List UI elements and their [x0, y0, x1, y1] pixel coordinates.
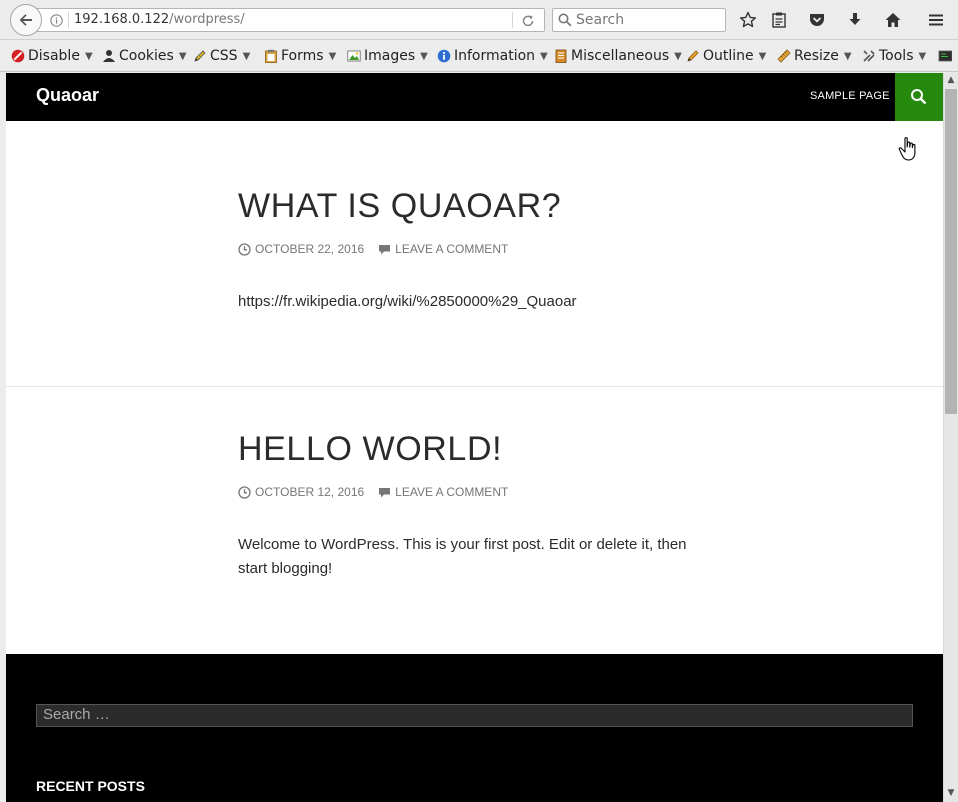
back-arrow-icon: [19, 14, 32, 26]
scroll-up-arrow-icon[interactable]: ▲: [944, 75, 958, 87]
chevron-down-icon: ▼: [843, 50, 852, 62]
post-article: WHAT IS QUAOAR? OCTOBER 22, 2016 LEAVE A…: [6, 121, 943, 386]
chevron-down-icon: ▼: [242, 50, 251, 62]
chevron-down-icon: ▼: [918, 50, 927, 62]
url-host: 192.168.0.122: [74, 12, 170, 27]
miscellaneous-icon: [555, 49, 567, 63]
devbar-resize[interactable]: Resize ▼: [777, 47, 852, 65]
tools-icon: [863, 50, 875, 62]
chevron-down-icon: ▼: [84, 50, 93, 62]
page-scrollbar[interactable]: ▲ ▼: [943, 73, 958, 802]
post-date[interactable]: OCTOBER 22, 2016: [255, 242, 364, 256]
css-pencil-icon: [194, 50, 206, 62]
browser-search-placeholder: Search: [576, 12, 625, 28]
devbar-forms[interactable]: Forms ▼: [264, 47, 336, 65]
comment-icon: [379, 487, 391, 497]
pocket-icon[interactable]: [805, 8, 829, 32]
reading-list-icon[interactable]: [767, 8, 791, 32]
back-button[interactable]: [10, 4, 42, 36]
devbar-css-label: CSS: [210, 48, 238, 64]
devbar-resize-label: Resize: [794, 48, 839, 64]
hand-pointer-cursor-icon: [898, 137, 916, 161]
scroll-down-arrow-icon[interactable]: ▼: [944, 788, 958, 800]
resize-ruler-icon: [777, 49, 791, 63]
search-icon: [911, 89, 927, 105]
devbar-css[interactable]: CSS ▼: [193, 47, 250, 65]
chevron-down-icon: ▼: [328, 50, 337, 62]
post-date[interactable]: OCTOBER 12, 2016: [255, 485, 364, 499]
web-developer-toolbar: Disable ▼ Cookies ▼ CSS ▼ Forms ▼ Images ▼ In…: [0, 40, 958, 72]
bookmark-star-icon[interactable]: [736, 8, 760, 32]
devbar-outline-label: Outline: [703, 48, 754, 64]
devbar-disable-label: Disable: [28, 48, 80, 64]
site-title[interactable]: Quaoar: [36, 85, 99, 106]
clock-icon: [238, 242, 251, 256]
devbar-cookies-label: Cookies: [119, 48, 174, 64]
recent-posts-heading: RECENT POSTS: [36, 778, 145, 794]
devbar-miscellaneous-label: Miscellaneous: [571, 48, 670, 64]
post-comment-link[interactable]: LEAVE A COMMENT: [395, 242, 508, 256]
search-icon: [558, 13, 572, 27]
download-icon[interactable]: [843, 8, 867, 32]
browser-search-input[interactable]: Search: [552, 8, 726, 32]
home-icon[interactable]: [881, 8, 905, 32]
site-footer: Search … RECENT POSTS: [6, 654, 943, 802]
devbar-disable[interactable]: Disable ▼: [11, 47, 93, 65]
post-title[interactable]: HELLO WORLD!: [238, 430, 502, 469]
devbar-images[interactable]: Images ▼: [347, 47, 428, 65]
post-meta: OCTOBER 22, 2016 LEAVE A COMMENT: [238, 242, 508, 256]
chevron-down-icon: ▼: [540, 50, 548, 62]
devbar-information[interactable]: Information ▼: [437, 47, 548, 65]
forms-clipboard-icon: [265, 49, 277, 63]
devbar-miscellaneous[interactable]: Miscellaneous ▼: [554, 47, 682, 65]
post-article: HELLO WORLD! OCTOBER 12, 2016 LEAVE A CO…: [6, 387, 943, 654]
chevron-down-icon: ▼: [420, 50, 428, 62]
browser-navbar: 192.168.0.122/wordpress/ Search: [0, 0, 958, 40]
chevron-down-icon: ▼: [674, 50, 682, 62]
view-source-icon: [938, 50, 952, 62]
disable-icon: [11, 49, 25, 63]
chevron-down-icon: ▼: [178, 50, 187, 62]
url-separator: [68, 12, 69, 28]
devbar-tools[interactable]: Tools ▼: [862, 47, 926, 65]
url-bar[interactable]: 192.168.0.122/wordpress/: [30, 8, 545, 32]
devbar-cookies[interactable]: Cookies ▼: [102, 47, 187, 65]
reload-icon[interactable]: [520, 13, 536, 29]
hamburger-menu-icon[interactable]: [924, 8, 948, 32]
post-meta: OCTOBER 12, 2016 LEAVE A COMMENT: [238, 485, 508, 499]
chevron-down-icon: ▼: [758, 50, 767, 62]
site-header: Quaoar SAMPLE PAGE: [6, 73, 943, 121]
devbar-information-label: Information: [454, 48, 536, 64]
comment-icon: [379, 244, 391, 254]
information-icon: [437, 49, 451, 63]
devbar-tools-label: Tools: [879, 48, 914, 64]
images-icon: [347, 50, 361, 62]
footer-search-input[interactable]: Search …: [36, 704, 913, 727]
header-search-toggle[interactable]: [895, 73, 943, 121]
scrollbar-thumb[interactable]: [945, 89, 957, 414]
cookies-icon: [103, 50, 115, 62]
url-text[interactable]: 192.168.0.122/wordpress/: [74, 12, 245, 27]
devbar-outline[interactable]: Outline ▼: [686, 47, 766, 65]
devbar-images-label: Images: [364, 48, 416, 64]
info-icon[interactable]: [50, 14, 63, 27]
clock-icon: [238, 485, 251, 499]
devbar-view-source[interactable]: [938, 47, 955, 65]
post-content: Welcome to WordPress. This is your first…: [238, 536, 687, 577]
post-content: https://fr.wikipedia.org/wiki/%2850000%2…: [238, 293, 577, 310]
post-comment-link[interactable]: LEAVE A COMMENT: [395, 485, 508, 499]
url-path: /wordpress/: [169, 12, 245, 27]
devbar-forms-label: Forms: [281, 48, 324, 64]
page-viewport: Quaoar SAMPLE PAGE WHAT IS QUAOAR? OCTOB…: [6, 73, 943, 802]
reload-separator: [512, 12, 513, 28]
outline-pencil-icon: [687, 50, 699, 62]
post-title[interactable]: WHAT IS QUAOAR?: [238, 187, 561, 226]
nav-sample-page[interactable]: SAMPLE PAGE: [810, 90, 890, 102]
